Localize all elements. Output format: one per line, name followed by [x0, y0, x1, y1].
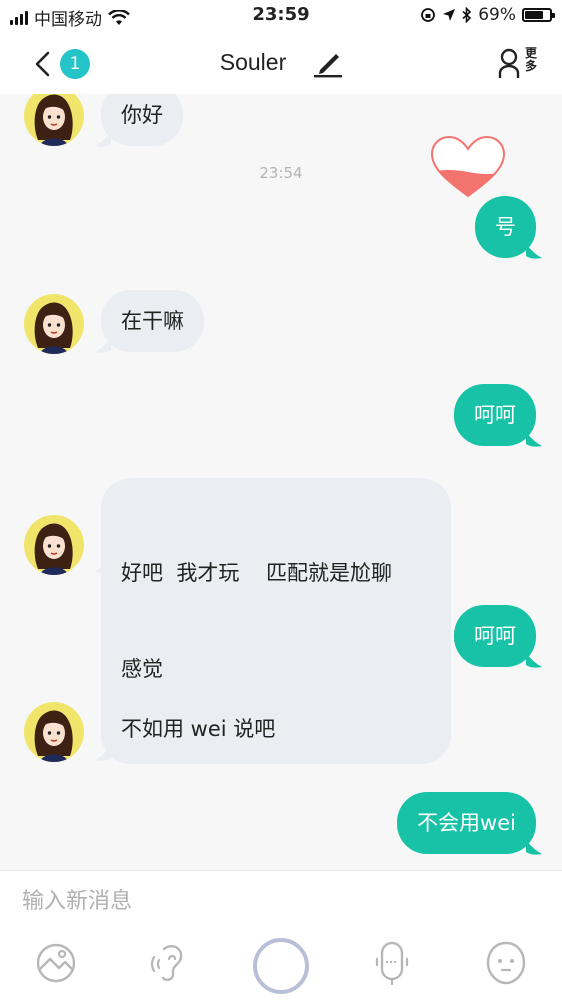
heart-icon[interactable]: [428, 134, 508, 200]
avatar-girl-icon: [34, 710, 73, 762]
bubble-tail: [95, 558, 111, 573]
status-bar: 中国移动 23:59 69%: [0, 0, 562, 32]
voice-icon[interactable]: [140, 935, 196, 991]
bubble-tail: [526, 840, 542, 855]
chat-header: 1 Souler 更多: [0, 32, 562, 94]
more-label: 更多: [525, 46, 538, 73]
record-circle-icon[interactable]: [251, 936, 311, 996]
user-icon: [498, 48, 520, 78]
incoming-message[interactable]: 不如用 wei 说吧: [101, 698, 296, 760]
bluetooth-icon: [462, 7, 472, 23]
emoji-icon[interactable]: [478, 935, 534, 991]
bubble-tail: [526, 244, 542, 259]
chat-area[interactable]: 你好 23:54 号 在干嘛 呵呵 好吧 我才玩 匹配就是尬聊 感觉 呵呵 不如…: [0, 94, 562, 870]
avatar-girl-icon: [34, 523, 73, 575]
outgoing-message[interactable]: 呵呵: [454, 605, 536, 667]
bubble-tail: [95, 746, 111, 761]
bubble-tail: [95, 338, 111, 353]
more-button[interactable]: 更多: [498, 46, 542, 82]
contact-avatar[interactable]: [24, 94, 84, 146]
outgoing-message[interactable]: 不会用wei: [397, 792, 536, 854]
contact-avatar[interactable]: [24, 294, 84, 354]
message-line: 感觉: [121, 657, 163, 681]
location-icon: [443, 9, 456, 21]
message-input[interactable]: [22, 883, 542, 919]
chat-title: Souler: [219, 49, 287, 75]
bubble-tail: [95, 132, 111, 147]
rotation-lock-icon: [421, 8, 436, 22]
outgoing-message[interactable]: 呵呵: [454, 384, 536, 446]
battery-percent: 69%: [478, 5, 516, 25]
avatar-girl-icon: [34, 302, 73, 354]
battery-level: [525, 11, 543, 19]
status-right: 69%: [420, 5, 555, 25]
battery-icon: [522, 8, 555, 22]
message-line: 好吧 我才玩 匹配就是尬聊: [121, 561, 393, 585]
contact-avatar[interactable]: [24, 702, 84, 762]
edit-name-icon[interactable]: [312, 48, 344, 78]
image-icon[interactable]: [28, 935, 84, 991]
bubble-tail: [526, 432, 542, 447]
incoming-message[interactable]: 在干嘛: [101, 290, 204, 352]
incoming-message[interactable]: 你好: [101, 94, 183, 146]
microphone-icon[interactable]: [364, 935, 420, 991]
avatar-girl-icon: [34, 94, 73, 146]
bubble-tail: [526, 653, 542, 668]
contact-avatar[interactable]: [24, 515, 84, 575]
